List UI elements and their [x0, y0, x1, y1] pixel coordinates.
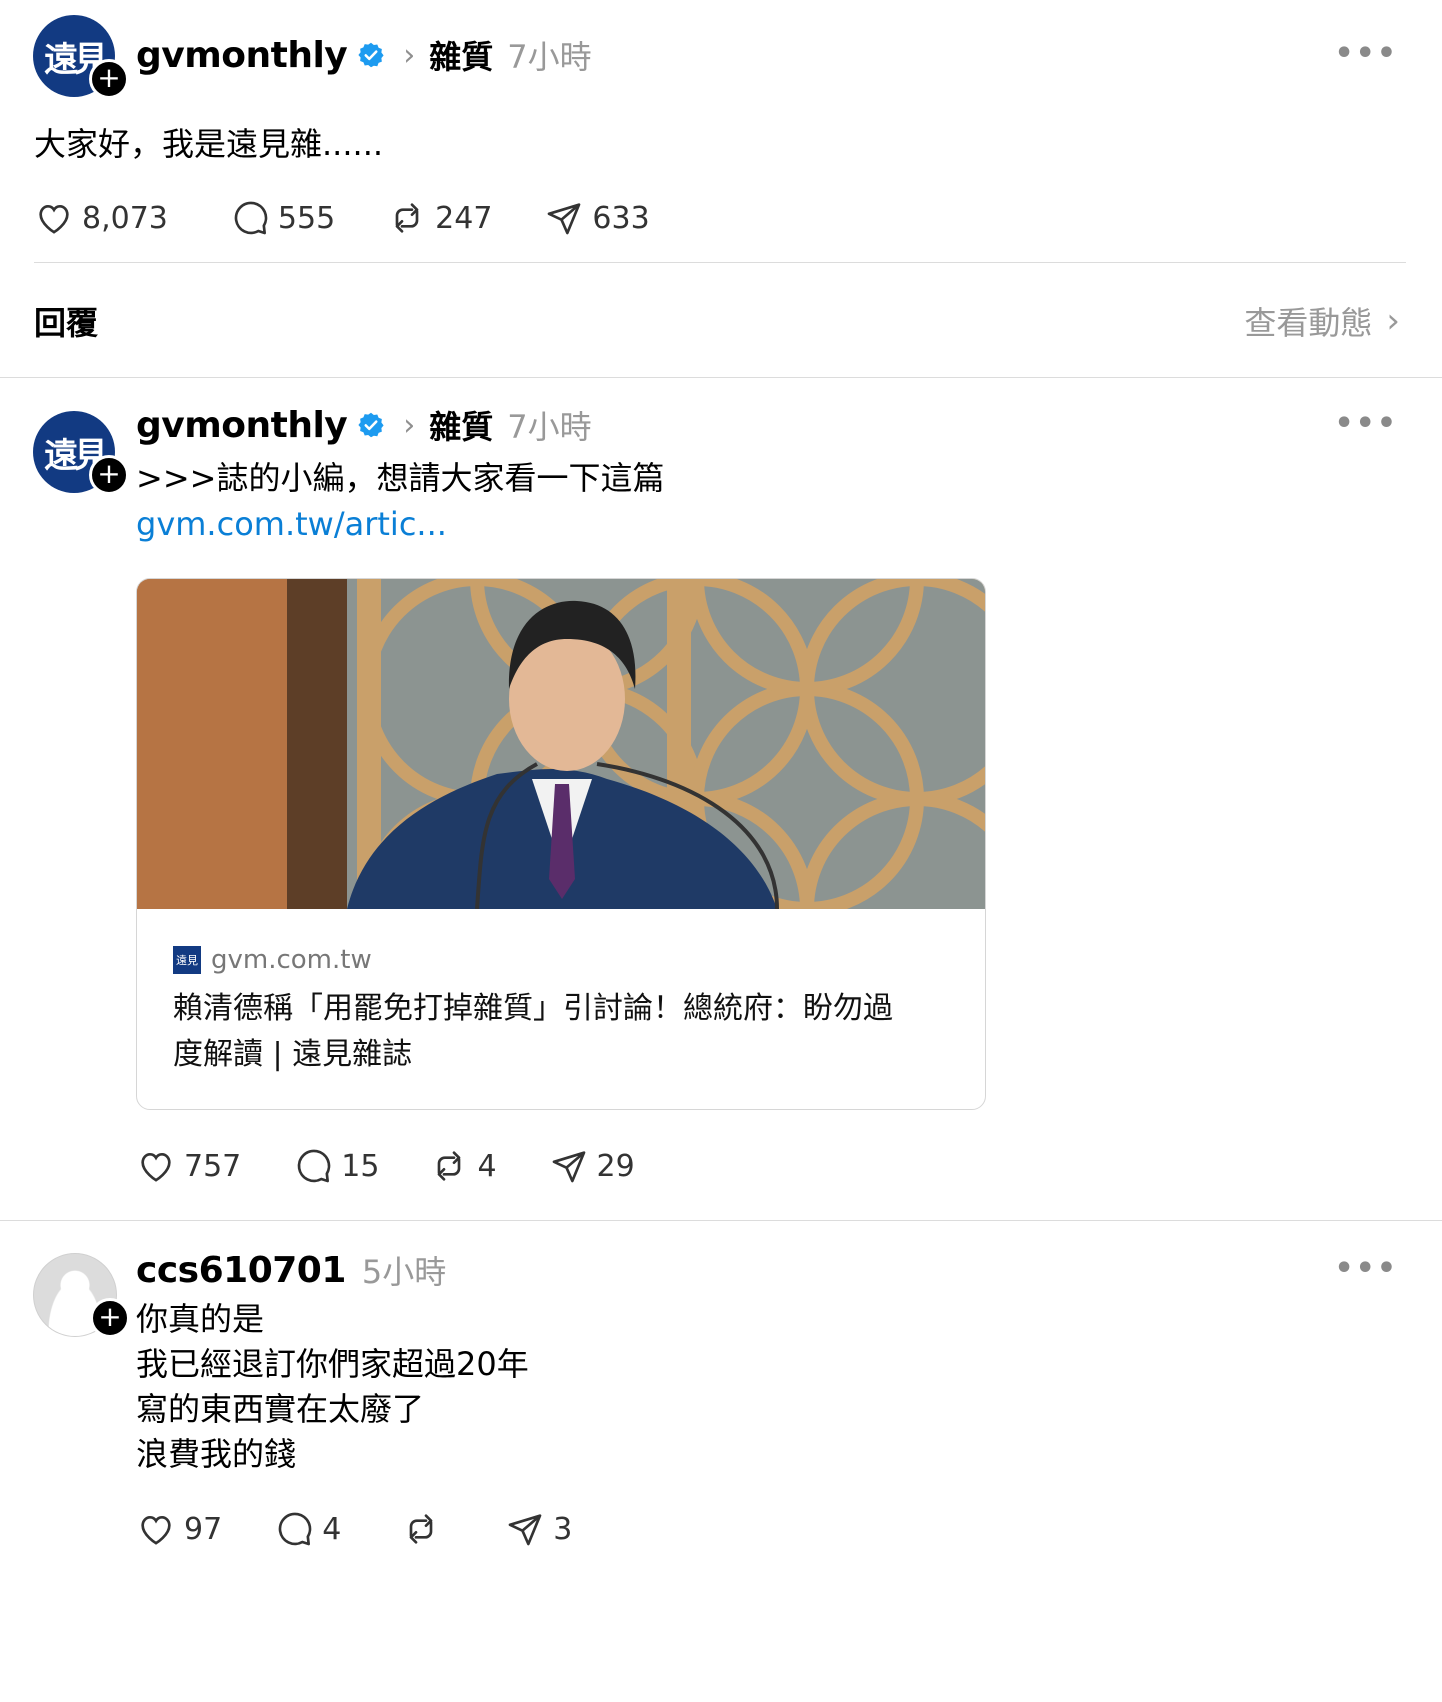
card-domain: 遠見 gvm.com.tw — [173, 945, 372, 975]
more-dots-icon[interactable]: ••• — [1334, 1251, 1398, 1286]
verified-badge-icon — [358, 42, 384, 68]
share-button[interactable]: 633 — [544, 198, 650, 238]
like-count: 97 — [184, 1511, 223, 1547]
like-button[interactable]: 8,073 — [34, 198, 168, 238]
send-icon — [552, 1151, 585, 1183]
chevron-right-icon: › — [1386, 301, 1400, 341]
card-title-line2: 度解讀 | 遠見雜誌 — [173, 1037, 413, 1072]
repost-icon — [409, 1514, 433, 1544]
view-activity-link[interactable]: 查看動態 › — [1244, 298, 1400, 344]
send-icon — [548, 203, 581, 235]
replies-label: 回覆 — [34, 304, 99, 342]
comment-bubble-icon — [297, 1149, 331, 1183]
comment-button[interactable]: 4 — [274, 1509, 341, 1549]
thread-post: 遠見 + gvmonthly › 雜質 7小時 ••• >>>誌的小編，想請大家… — [0, 378, 1442, 1220]
comment-count: 555 — [277, 200, 336, 236]
comment-line: 我已經退訂你們家超過20年 — [136, 1345, 529, 1383]
post-header: ccs610701 5小時 — [136, 1245, 446, 1295]
avatar-gvmonthly[interactable]: 遠見 + — [33, 15, 129, 99]
repost-icon — [438, 1151, 461, 1181]
follow-plus-icon[interactable]: + — [89, 59, 129, 99]
comment-text: 你真的是 我已經退訂你們家超過20年 寫的東西實在太廢了 浪費我的錢 — [136, 1297, 529, 1477]
more-dots-icon[interactable]: ••• — [1334, 36, 1398, 71]
comment-button[interactable]: 15 — [293, 1146, 379, 1186]
link-preview-card[interactable]: 遠見 gvm.com.tw 賴清德稱「用罷免打掉雜質」引討論！總統府：盼勿過 度… — [136, 578, 986, 1110]
main-post: 遠見 + gvmonthly › 雜質 7小時 ••• 大家好，我是遠見雜...… — [0, 0, 1442, 378]
comment-button[interactable]: 555 — [230, 198, 335, 238]
post-actions: 97 4 3 — [136, 1507, 616, 1551]
like-button[interactable]: 757 — [136, 1146, 241, 1186]
repost-count: 247 — [435, 200, 493, 236]
post-actions: 8,073 555 247 633 — [34, 196, 694, 240]
heart-icon — [141, 1152, 171, 1182]
avatar-ccs610701[interactable]: + — [33, 1253, 130, 1338]
chevron-right-icon: › — [403, 37, 416, 73]
verified-badge-icon — [358, 412, 384, 438]
avatar-gvmonthly[interactable]: 遠見 + — [33, 411, 129, 495]
comment-post: + ccs610701 5小時 ••• 你真的是 我已經退訂你們家超過20年 寫… — [0, 1221, 1442, 1702]
comment-bubble-icon — [234, 201, 268, 235]
heart-icon — [141, 1515, 171, 1545]
repost-button[interactable] — [401, 1509, 449, 1549]
share-count: 29 — [596, 1148, 635, 1184]
post-time: 7小時 — [507, 408, 592, 446]
share-count: 3 — [553, 1511, 573, 1547]
comment-bubble-icon — [278, 1512, 312, 1546]
follow-plus-icon[interactable]: + — [90, 1298, 130, 1338]
follow-plus-icon[interactable]: + — [89, 455, 129, 495]
repost-button[interactable]: 4 — [429, 1146, 497, 1186]
share-count: 633 — [592, 200, 650, 236]
chevron-right-icon: › — [403, 407, 416, 443]
topic-tag[interactable]: 雜質 — [429, 32, 493, 78]
site-favicon-icon: 遠見 — [173, 946, 201, 974]
post-time: 7小時 — [507, 38, 592, 76]
like-button[interactable]: 97 — [136, 1509, 222, 1549]
like-count: 8,073 — [82, 200, 168, 236]
more-dots-icon[interactable]: ••• — [1334, 406, 1398, 441]
article-photo — [137, 579, 985, 909]
topic-tag[interactable]: 雜質 — [429, 402, 493, 448]
post-header: gvmonthly › 雜質 7小時 — [136, 400, 592, 450]
article-photo-image — [137, 579, 985, 909]
comment-count: 15 — [341, 1148, 380, 1184]
comment-count: 4 — [322, 1511, 342, 1547]
heart-icon — [39, 204, 69, 234]
post-text: 大家好，我是遠見雜...... — [34, 125, 384, 163]
repost-button[interactable]: 247 — [387, 198, 492, 238]
repost-count: 4 — [477, 1148, 497, 1184]
post-text: >>>誌的小編，想請大家看一下這篇 — [136, 459, 665, 497]
divider — [34, 262, 1406, 263]
comment-line: 寫的東西實在太廢了 — [136, 1390, 425, 1428]
post-link[interactable]: gvm.com.tw/artic... — [136, 500, 447, 548]
username[interactable]: gvmonthly — [136, 35, 348, 76]
comment-line: 浪費我的錢 — [136, 1435, 297, 1473]
send-icon — [508, 1514, 542, 1546]
comment-line: 你真的是 — [136, 1300, 265, 1338]
card-title: 賴清德稱「用罷免打掉雜質」引討論！總統府：盼勿過 度解讀 | 遠見雜誌 — [173, 986, 949, 1078]
post-actions: 757 15 4 29 — [136, 1144, 679, 1188]
post-header: gvmonthly › 雜質 7小時 — [136, 30, 592, 80]
share-button[interactable]: 29 — [549, 1146, 635, 1186]
post-time: 5小時 — [361, 1253, 447, 1291]
like-count: 757 — [184, 1148, 242, 1184]
view-activity-label: 查看動態 — [1244, 304, 1373, 342]
share-button[interactable]: 3 — [505, 1509, 572, 1549]
card-domain-text: gvm.com.tw — [211, 945, 372, 975]
card-title-line1: 賴清德稱「用罷免打掉雜質」引討論！總統府：盼勿過 — [173, 991, 893, 1026]
repost-icon — [395, 203, 419, 233]
username[interactable]: gvmonthly — [136, 405, 348, 446]
username[interactable]: ccs610701 — [136, 1250, 346, 1291]
